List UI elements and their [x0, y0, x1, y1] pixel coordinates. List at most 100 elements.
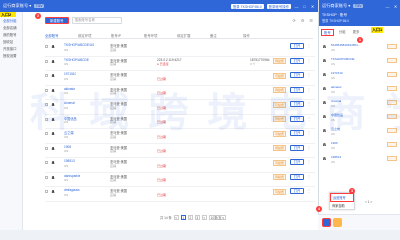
table-row[interactable]: a TKSHOP/ABCDE/US US 亚马逊·美国 店铺 打开 ⋮	[45, 42, 315, 57]
more-icon[interactable]: ⋮	[307, 188, 311, 193]
account-name[interactable]: 1971510	[64, 72, 76, 76]
side-open-button[interactable]	[387, 58, 397, 63]
more-icon[interactable]: ⋮	[307, 87, 311, 92]
renew-tag[interactable]: 可续费	[273, 130, 287, 137]
side-window-title[interactable]: 运行商家账号 ▾ TSV	[322, 3, 364, 9]
account-name[interactable]: dmfagauss	[64, 188, 80, 192]
more-icon[interactable]: ⋮	[307, 174, 311, 179]
renew-tag[interactable]: 待续费	[273, 174, 287, 180]
side-open-button[interactable]	[387, 142, 397, 147]
table-row[interactable]: a 198513 US 亚马逊·美国 店铺 已过期 可续费 打开 ⋮	[45, 158, 315, 173]
pager-size-select[interactable]: 10条/页 ▾	[208, 215, 226, 220]
more-icon[interactable]: ⋮	[307, 58, 311, 63]
more-icon[interactable]: ⋮	[307, 116, 311, 121]
side-list-item[interactable]: a 中国优品 US	[321, 112, 399, 126]
side-list-item[interactable]: a TKSHOP/ABCDE US	[321, 56, 399, 70]
table-row[interactable]: a akinator US 亚马逊·美国 店铺 已过期 待续费 打开 ⋮	[45, 86, 315, 100]
side-tab-more[interactable]: 更多	[351, 29, 362, 36]
pager-page-1[interactable]: 1	[180, 215, 186, 220]
side-open-button[interactable]	[387, 44, 397, 49]
pager-page-2[interactable]: 2	[187, 215, 193, 220]
plugin-icon[interactable]	[333, 218, 342, 227]
more-icon[interactable]: ⋮	[307, 101, 311, 106]
side-account-name[interactable]: 云之端	[331, 127, 340, 131]
more-icon[interactable]: ⋮	[307, 159, 311, 164]
side-list-item[interactable]: a 云之端 US	[321, 126, 399, 140]
side-account-name[interactable]: 中国优品	[331, 113, 343, 117]
open-button[interactable]: 打开	[290, 72, 304, 78]
refresh-icon[interactable]: ⟳	[292, 18, 295, 23]
account-name[interactable]: TKSHOP/ABCDE	[64, 58, 89, 62]
row-checkbox[interactable]	[45, 103, 48, 106]
row-checkbox[interactable]	[45, 190, 48, 193]
menu-item-operate-account[interactable]: 运营账号	[330, 193, 354, 202]
side-open-button[interactable]	[387, 72, 397, 77]
new-account-button[interactable]: 新建账号	[45, 17, 69, 24]
row-checkbox[interactable]	[45, 175, 48, 179]
open-button[interactable]: 打开	[290, 86, 304, 93]
sidebar-item-auth[interactable]: 授权设置	[3, 53, 17, 58]
side-open-button[interactable]	[387, 100, 397, 105]
account-name[interactable]: akinator	[64, 87, 75, 91]
row-checkbox[interactable]	[45, 88, 48, 92]
table-row[interactable]: a TKSHOP/ABCDE US 亚马逊·美国 店铺 223.0.2.119:4217 ●…	[45, 57, 315, 71]
sidebar-item-recycle-bin[interactable]: 回收站	[3, 39, 13, 44]
side-account-name[interactable]: 5449546840494654...	[331, 43, 360, 47]
table-row[interactable]: a 中国优品 US 亚马逊·美国 店铺 已过期 待续费 打开 ⋮	[45, 115, 315, 129]
open-button[interactable]: 打开	[290, 101, 304, 107]
table-row[interactable]: a Arsenal US 亚马逊·美国 店铺 已过期 可续费 打开 ⋮	[45, 100, 315, 115]
renew-tag[interactable]: 待续费	[273, 87, 287, 93]
search-input[interactable]: 搜索账号名称	[71, 17, 122, 24]
gear-icon[interactable]: ⚙	[301, 18, 305, 23]
side-list-item[interactable]: a akinator US	[321, 84, 399, 98]
side-account-name[interactable]: TKSHOP/ABCDE	[331, 57, 355, 61]
maximize-icon[interactable]: □	[302, 4, 307, 9]
open-button[interactable]: 打开	[290, 173, 304, 180]
side-list-item[interactable]: a 1906 US	[321, 140, 399, 154]
renew-tag[interactable]: 可续费	[273, 159, 287, 166]
side-tab-groups[interactable]: 分组	[337, 29, 348, 36]
open-button[interactable]: 打开	[290, 144, 304, 151]
side-open-button[interactable]	[387, 128, 397, 133]
open-button[interactable]: 打开	[290, 130, 304, 136]
account-name[interactable]: 1906	[64, 145, 71, 149]
row-checkbox[interactable]	[45, 59, 48, 63]
sidebar-item-my-accounts[interactable]: 我的账号	[3, 32, 17, 37]
sidebar-item-all-groups[interactable]: 全部分组	[3, 18, 17, 23]
open-button[interactable]: 打开	[290, 159, 304, 165]
side-open-button[interactable]	[387, 114, 397, 119]
minimize-icon[interactable]: —	[294, 4, 299, 9]
pager-page-3[interactable]: 3	[194, 215, 200, 220]
side-list-item[interactable]: a 5449546840494654... US	[321, 42, 399, 56]
table-row[interactable]: a 1971510 US 亚马逊·美国 店铺 已过期 可续费 打开 ⋮	[45, 71, 315, 86]
table-row[interactable]: a dmfagauss US 亚马逊·美国 店铺 已过期 可续费 打开 ⋮	[45, 187, 315, 202]
table-row[interactable]: a darksparkle US 亚马逊·美国 店铺 已过期 待续费 打开 ⋮	[45, 173, 315, 187]
account-name[interactable]: darksparkle	[64, 174, 80, 178]
side-open-button[interactable]	[387, 86, 397, 91]
side-list-item[interactable]: a 198513 US	[321, 154, 399, 168]
side-open-button[interactable]	[387, 156, 397, 161]
side-account-name[interactable]: 1906	[331, 141, 338, 145]
app-launcher-icon[interactable]	[322, 218, 331, 227]
side-account-name[interactable]: Arsenal	[331, 99, 341, 103]
side-pagination[interactable]: < 1 >	[365, 200, 372, 204]
side-account-name[interactable]: 1971510	[331, 71, 343, 75]
account-op-pill[interactable]: 登录帐号操作	[266, 3, 291, 9]
login-pill[interactable]: 登录 TKSHOP.86.0	[230, 3, 264, 9]
pager-next[interactable]: >	[201, 215, 207, 220]
side-minimize-icon[interactable]: —	[385, 4, 390, 9]
close-icon[interactable]: ✕	[310, 4, 315, 9]
more-icon[interactable]: ⋮	[307, 72, 311, 77]
side-list-item[interactable]: a Arsenal US	[321, 98, 399, 112]
sidebar-item-all-shops[interactable]: 全部店铺	[3, 25, 17, 30]
side-account-name[interactable]: akinator	[331, 85, 342, 89]
open-button[interactable]: 打开	[290, 115, 304, 122]
row-checkbox[interactable]	[45, 132, 48, 135]
open-button[interactable]: 打开	[290, 43, 304, 49]
renew-tag[interactable]: 待续费	[273, 58, 287, 64]
side-tab-accounts[interactable]: 账号	[321, 29, 334, 36]
open-button[interactable]: 打开	[290, 57, 304, 64]
row-checkbox[interactable]	[45, 161, 48, 164]
side-account-name[interactable]: 198513	[331, 155, 341, 159]
account-name[interactable]: Arsenal	[64, 101, 75, 105]
